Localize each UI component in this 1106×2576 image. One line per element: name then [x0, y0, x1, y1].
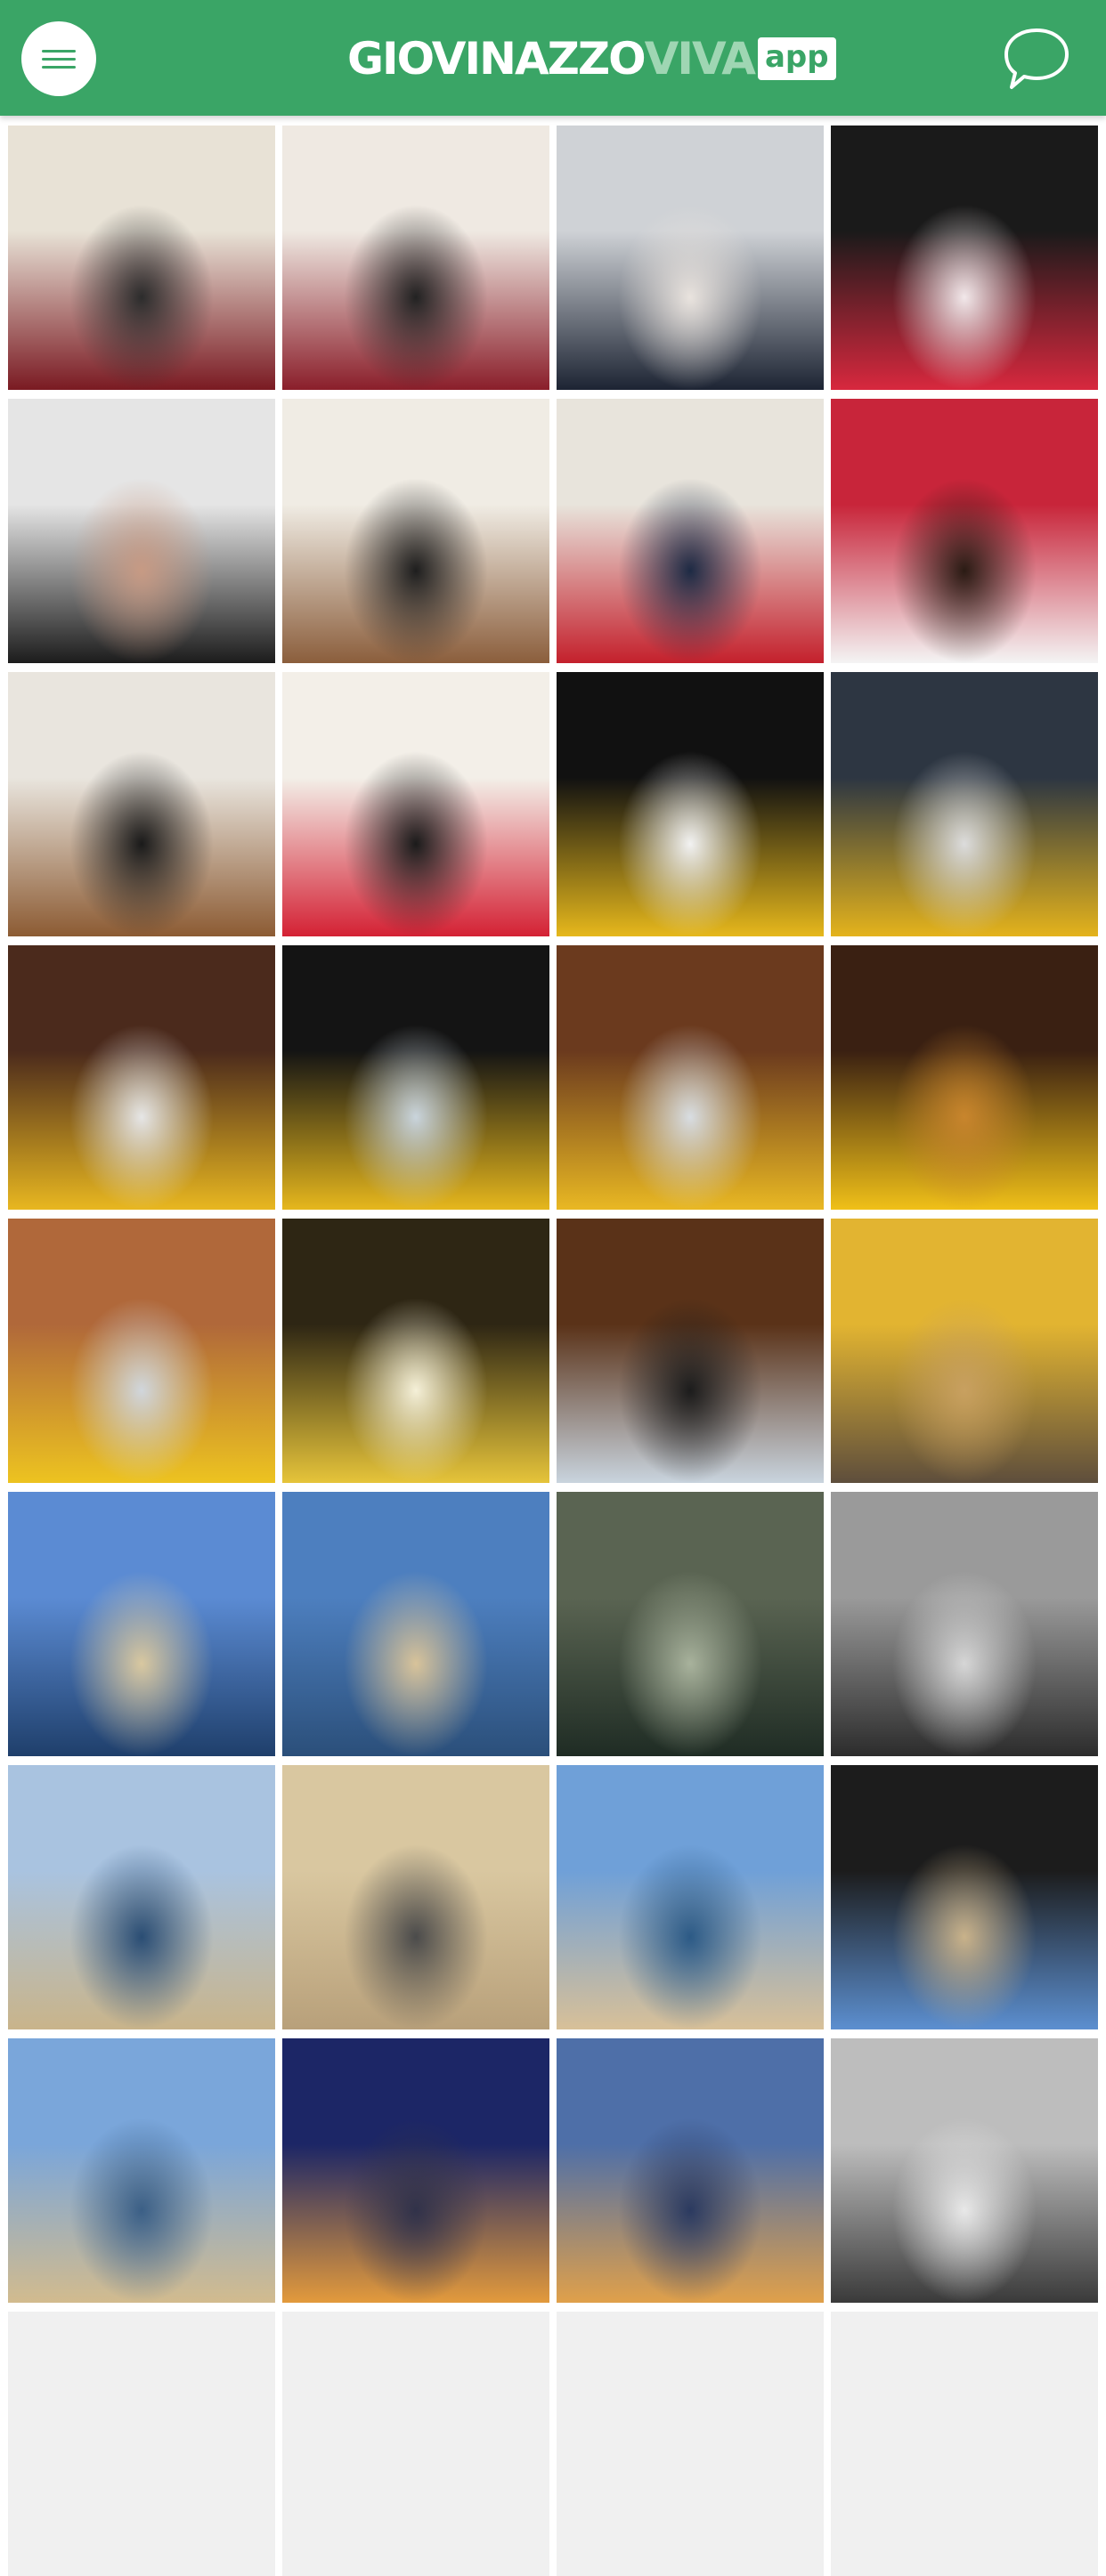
photo-placeholder — [831, 2312, 1098, 2576]
photo-image — [8, 399, 275, 663]
photo-image — [831, 2312, 1098, 2576]
photo-image — [557, 672, 824, 936]
photo-thumbnail[interactable] — [831, 1765, 1098, 2029]
speech-bubble-icon[interactable] — [1003, 25, 1070, 93]
photo-image — [8, 945, 275, 1210]
photo-thumbnail[interactable] — [282, 1219, 549, 1483]
photo-image — [282, 945, 549, 1210]
photo-image — [8, 672, 275, 936]
photo-image — [8, 2312, 275, 2576]
photo-image — [282, 1492, 549, 1756]
photo-thumbnail[interactable] — [8, 1219, 275, 1483]
photo-image — [557, 1765, 824, 2029]
logo-main-text: GIOVINAZZO — [347, 33, 647, 85]
photo-image — [557, 2038, 824, 2303]
photo-thumbnail[interactable] — [8, 399, 275, 663]
photo-thumbnail[interactable] — [8, 945, 275, 1210]
photo-thumbnail[interactable] — [282, 672, 549, 936]
photo-thumbnail[interactable] — [831, 945, 1098, 1210]
photo-thumbnail[interactable] — [282, 399, 549, 663]
photo-thumbnail[interactable] — [831, 2038, 1098, 2303]
photo-thumbnail[interactable] — [557, 2038, 824, 2303]
photo-image — [557, 1492, 824, 1756]
hamburger-menu-icon[interactable] — [21, 21, 96, 96]
photo-thumbnail[interactable] — [831, 672, 1098, 936]
photo-image — [8, 1492, 275, 1756]
photo-image — [831, 399, 1098, 663]
photo-thumbnail[interactable] — [282, 2038, 549, 2303]
photo-thumbnail[interactable] — [282, 945, 549, 1210]
photo-image — [8, 1765, 275, 2029]
photo-image — [557, 945, 824, 1210]
photo-image — [557, 126, 824, 390]
photo-image — [557, 1219, 824, 1483]
photo-image — [282, 399, 549, 663]
photo-thumbnail[interactable] — [282, 1765, 549, 2029]
photo-image — [831, 1765, 1098, 2029]
photo-thumbnail[interactable] — [831, 1492, 1098, 1756]
logo-badge: app — [757, 37, 836, 80]
photo-thumbnail[interactable] — [282, 1492, 549, 1756]
photo-thumbnail[interactable] — [557, 126, 824, 390]
photo-thumbnail[interactable] — [8, 1492, 275, 1756]
photo-thumbnail[interactable] — [8, 1765, 275, 2029]
photo-image — [282, 1219, 549, 1483]
photo-thumbnail[interactable] — [557, 399, 824, 663]
photo-thumbnail[interactable] — [557, 1219, 824, 1483]
photo-image — [282, 2038, 549, 2303]
photo-image — [282, 1765, 549, 2029]
photo-image — [557, 399, 824, 663]
photo-image — [8, 126, 275, 390]
photo-image — [831, 1492, 1098, 1756]
photo-placeholder — [282, 2312, 549, 2576]
top-app-bar: GIOVINAZZO VIVA app — [0, 0, 1106, 116]
photo-thumbnail[interactable] — [8, 2038, 275, 2303]
photo-thumbnail[interactable] — [557, 945, 824, 1210]
photo-image — [282, 126, 549, 390]
photo-thumbnail[interactable] — [831, 126, 1098, 390]
photo-image — [282, 672, 549, 936]
app-logo[interactable]: GIOVINAZZO VIVA app — [347, 32, 836, 85]
photo-image — [8, 2038, 275, 2303]
photo-image — [831, 126, 1098, 390]
photo-thumbnail[interactable] — [831, 1219, 1098, 1483]
photo-image — [831, 672, 1098, 936]
photo-image — [831, 945, 1098, 1210]
logo-accent-text: VIVA — [644, 33, 756, 85]
photo-thumbnail[interactable] — [557, 1492, 824, 1756]
photo-placeholder — [8, 2312, 275, 2576]
photo-image — [831, 2038, 1098, 2303]
photo-gallery-grid — [8, 126, 1098, 2576]
photo-image — [557, 2312, 824, 2576]
photo-image — [282, 2312, 549, 2576]
photo-thumbnail[interactable] — [557, 1765, 824, 2029]
photo-thumbnail[interactable] — [8, 126, 275, 390]
photo-image — [8, 1219, 275, 1483]
photo-image — [831, 1219, 1098, 1483]
photo-thumbnail[interactable] — [8, 672, 275, 936]
photo-placeholder — [557, 2312, 824, 2576]
photo-thumbnail[interactable] — [557, 672, 824, 936]
photo-thumbnail[interactable] — [282, 126, 549, 390]
photo-thumbnail[interactable] — [831, 399, 1098, 663]
